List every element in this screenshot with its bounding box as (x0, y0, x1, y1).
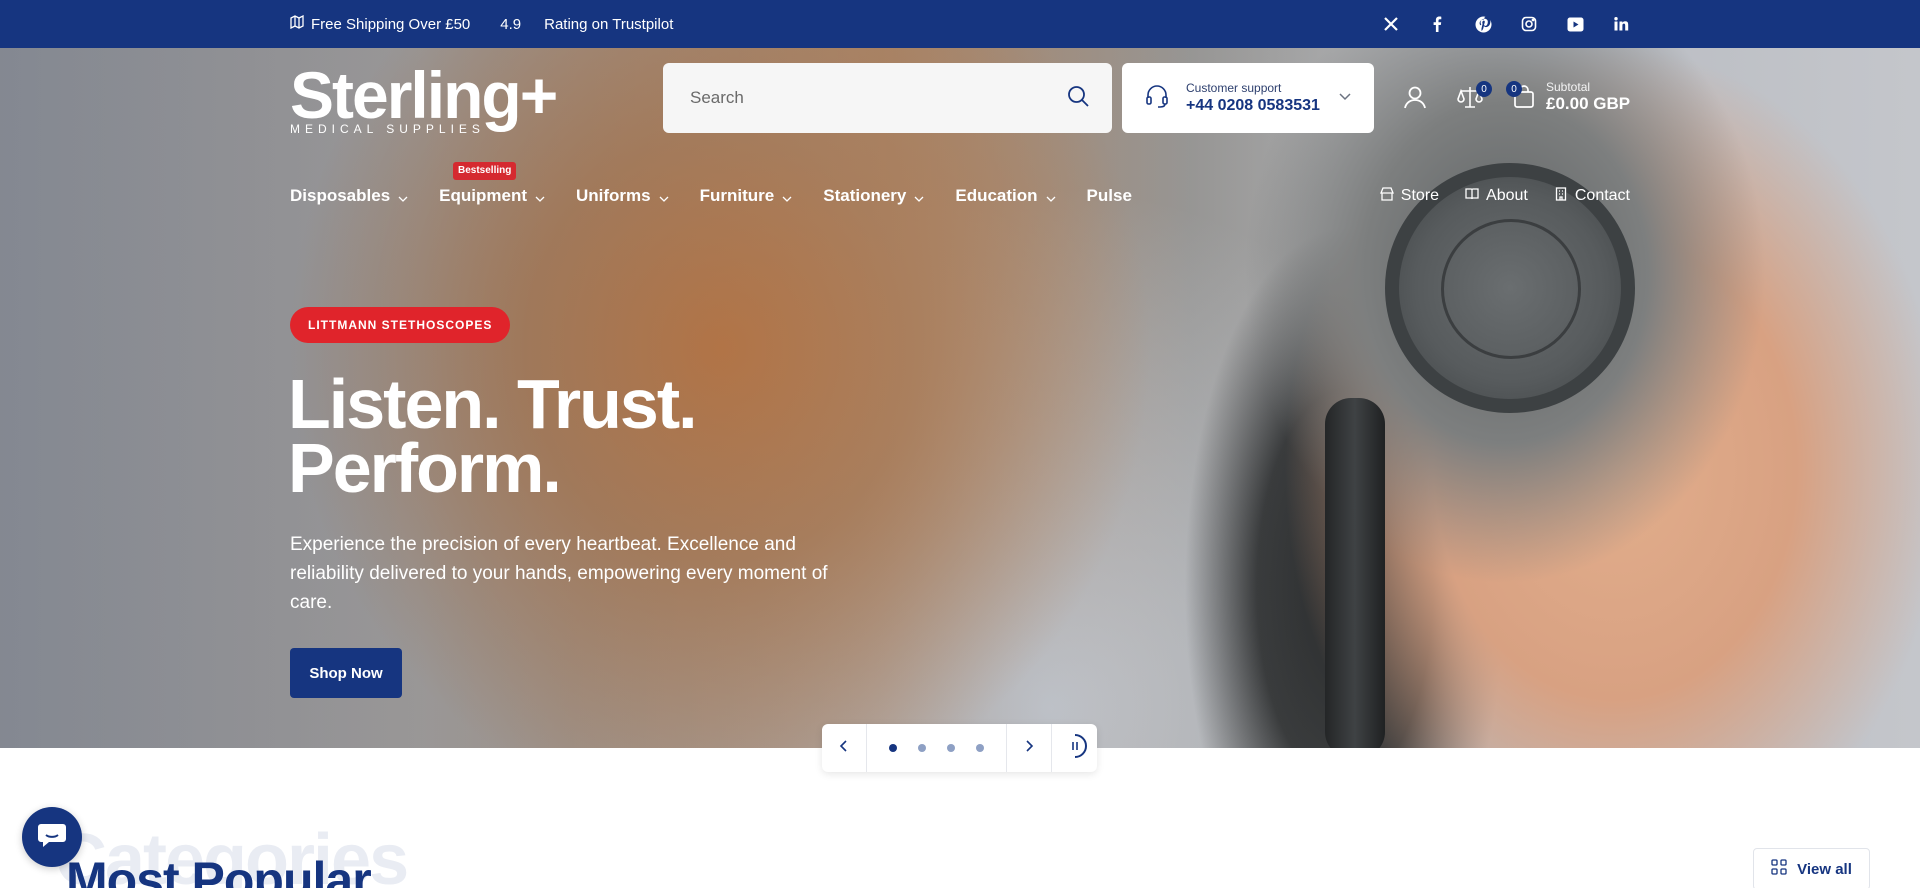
nav-item-disposables[interactable]: Disposables (290, 186, 409, 206)
slider-controls (822, 724, 1097, 772)
slide-dot[interactable] (889, 744, 897, 752)
chevron-right-icon (1022, 739, 1036, 758)
announcement-bar: Free Shipping Over £50 4.9 Rating on Tru… (0, 0, 1920, 48)
main-navigation: Disposables Equipment Uniforms Furniture… (290, 162, 1162, 208)
support-label: Customer support (1186, 80, 1282, 95)
utility-navigation: Store About Contact (1379, 184, 1630, 208)
slide-dot[interactable] (947, 744, 955, 752)
bestselling-badge: Bestselling (453, 162, 517, 180)
slide-dot[interactable] (918, 744, 926, 752)
chevron-down-icon (397, 190, 409, 202)
trustpilot-rating[interactable]: 4.9 Rating on Trustpilot (500, 16, 673, 33)
hero-category-tag[interactable]: LITTMANN STETHOSCOPES (290, 307, 511, 343)
map-icon (290, 14, 304, 33)
store-icon (1379, 186, 1394, 206)
cart-subtotal[interactable]: Subtotal £0.00 GBP (1546, 80, 1630, 114)
nav-item-pulse[interactable]: Pulse (1087, 186, 1132, 206)
slide-dot[interactable] (976, 744, 984, 752)
chat-icon (37, 822, 67, 853)
rating-text: Rating on Trustpilot (544, 15, 674, 33)
compare-count: 0 (1476, 81, 1492, 97)
chevron-down-icon (658, 190, 670, 202)
support-phone[interactable]: +44 0208 0583531 (1186, 96, 1338, 116)
cart-count: 0 (1506, 81, 1522, 97)
chevron-down-icon (534, 190, 546, 202)
nav-item-stationery[interactable]: Stationery (823, 186, 925, 206)
search-icon[interactable] (1066, 84, 1090, 113)
chevron-down-icon (913, 190, 925, 202)
grid-icon (1771, 859, 1787, 879)
account-button[interactable] (1399, 83, 1431, 115)
previous-slide-button[interactable] (822, 724, 867, 772)
nav-item-education[interactable]: Education (955, 186, 1056, 206)
youtube-icon[interactable] (1566, 15, 1584, 33)
nav-item-equipment[interactable]: Equipment (439, 186, 546, 206)
compare-button[interactable]: 0 (1454, 81, 1492, 115)
customer-support-dropdown[interactable]: Customer support +44 0208 0583531 (1122, 63, 1374, 133)
pause-icon (1061, 732, 1089, 765)
search-bar[interactable] (663, 63, 1112, 133)
chevron-down-icon (1338, 89, 1352, 108)
cart-button[interactable]: 0 (1506, 81, 1540, 115)
search-input[interactable] (690, 88, 1066, 108)
free-shipping-notice: Free Shipping Over £50 (290, 14, 470, 33)
linkedin-icon[interactable] (1612, 15, 1630, 33)
book-icon (1465, 187, 1479, 206)
shop-now-button[interactable]: Shop Now (290, 648, 402, 698)
hero-description: Experience the precision of every heartb… (290, 534, 828, 613)
hero-headline: Listen. Trust. Perform. (288, 365, 698, 507)
chevron-left-icon (837, 739, 851, 758)
nav-item-store[interactable]: Store (1379, 186, 1439, 206)
view-all-button[interactable]: View all (1753, 848, 1870, 888)
chevron-down-icon (781, 190, 793, 202)
site-logo[interactable]: Sterling+ MEDICAL SUPPLIES (290, 60, 558, 135)
next-slide-button[interactable] (1007, 724, 1052, 772)
nav-item-contact[interactable]: Contact (1554, 186, 1630, 206)
nav-item-about[interactable]: About (1465, 187, 1528, 206)
user-icon (1402, 84, 1428, 115)
section-title: Most Popular (66, 852, 372, 888)
instagram-icon[interactable] (1520, 15, 1538, 33)
pinterest-icon[interactable] (1474, 15, 1492, 33)
building-icon (1554, 186, 1568, 206)
pause-slider-button[interactable] (1052, 724, 1097, 772)
nav-item-furniture[interactable]: Furniture (700, 186, 794, 206)
social-links (1382, 0, 1630, 48)
x-icon[interactable] (1382, 15, 1400, 33)
nav-item-uniforms[interactable]: Uniforms (576, 186, 670, 206)
headset-icon (1144, 83, 1170, 114)
rating-value: 4.9 (500, 15, 522, 33)
slide-indicators (867, 724, 1007, 772)
chat-button[interactable] (22, 807, 82, 867)
chevron-down-icon (1045, 190, 1057, 202)
facebook-icon[interactable] (1428, 15, 1446, 33)
